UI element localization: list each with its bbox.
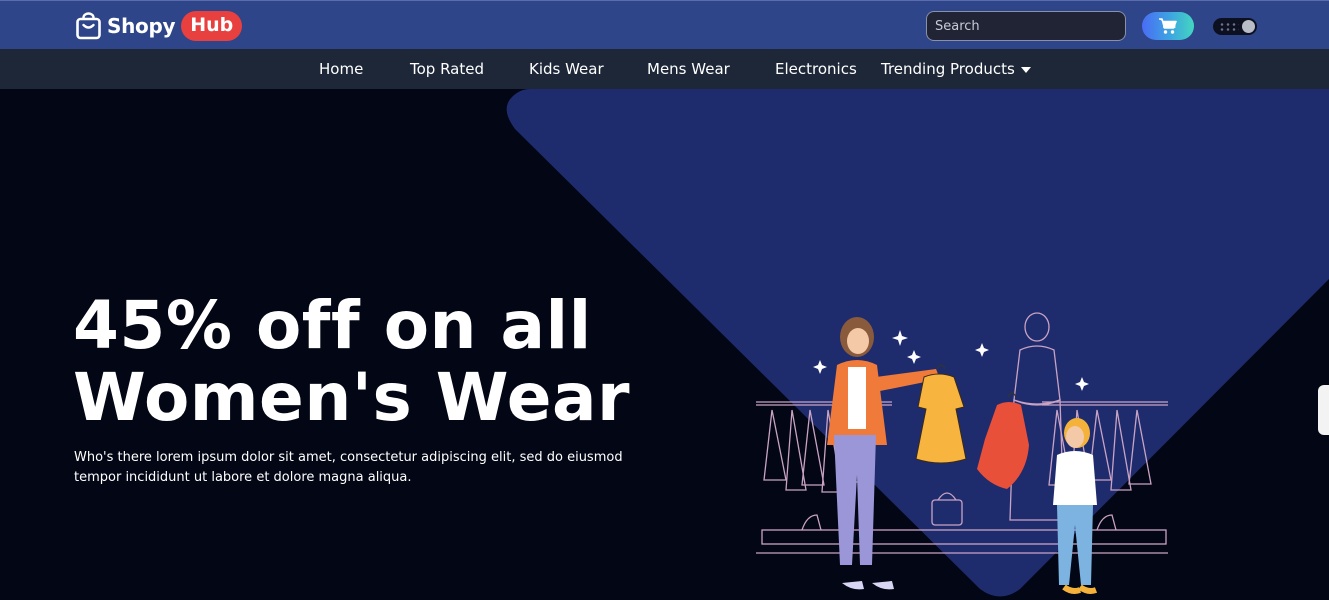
- hero-title: 45% off on all Women's Wear: [73, 290, 630, 434]
- nav-item-trending-products[interactable]: Trending Products: [881, 49, 1031, 89]
- shopping-illustration: [756, 312, 1168, 594]
- nav-item-home[interactable]: Home: [319, 49, 363, 89]
- nav-item-kids-wear[interactable]: Kids Wear: [529, 49, 604, 89]
- stars-icon: [1219, 22, 1239, 31]
- main-nav: Home Top Rated Kids Wear Mens Wear Elect…: [0, 49, 1329, 89]
- cart-button[interactable]: [1142, 12, 1194, 40]
- hero-title-line-2: Women's Wear: [73, 359, 631, 436]
- nav-item-top-rated[interactable]: Top Rated: [410, 49, 484, 89]
- hero-title-line-1: 45% off on all: [73, 287, 592, 364]
- hero-description: Who's there lorem ipsum dolor sit amet, …: [74, 450, 623, 485]
- top-header: Shopy Hub: [0, 0, 1329, 49]
- nav-item-electronics[interactable]: Electronics: [775, 49, 857, 89]
- brand-name: Shopy: [107, 14, 176, 38]
- moon-toggle-icon: [1242, 20, 1255, 33]
- search-input[interactable]: [926, 11, 1126, 41]
- trending-products-label: Trending Products: [881, 60, 1015, 78]
- caret-down-icon: [1020, 66, 1031, 73]
- nav-item-mens-wear[interactable]: Mens Wear: [647, 49, 730, 89]
- theme-toggle[interactable]: [1213, 18, 1257, 35]
- cart-icon: [1159, 18, 1177, 34]
- side-tab[interactable]: [1318, 385, 1329, 435]
- brand-logo[interactable]: Shopy Hub: [75, 11, 243, 41]
- brand-badge: Hub: [181, 11, 243, 41]
- shopping-bag-icon: [76, 12, 101, 40]
